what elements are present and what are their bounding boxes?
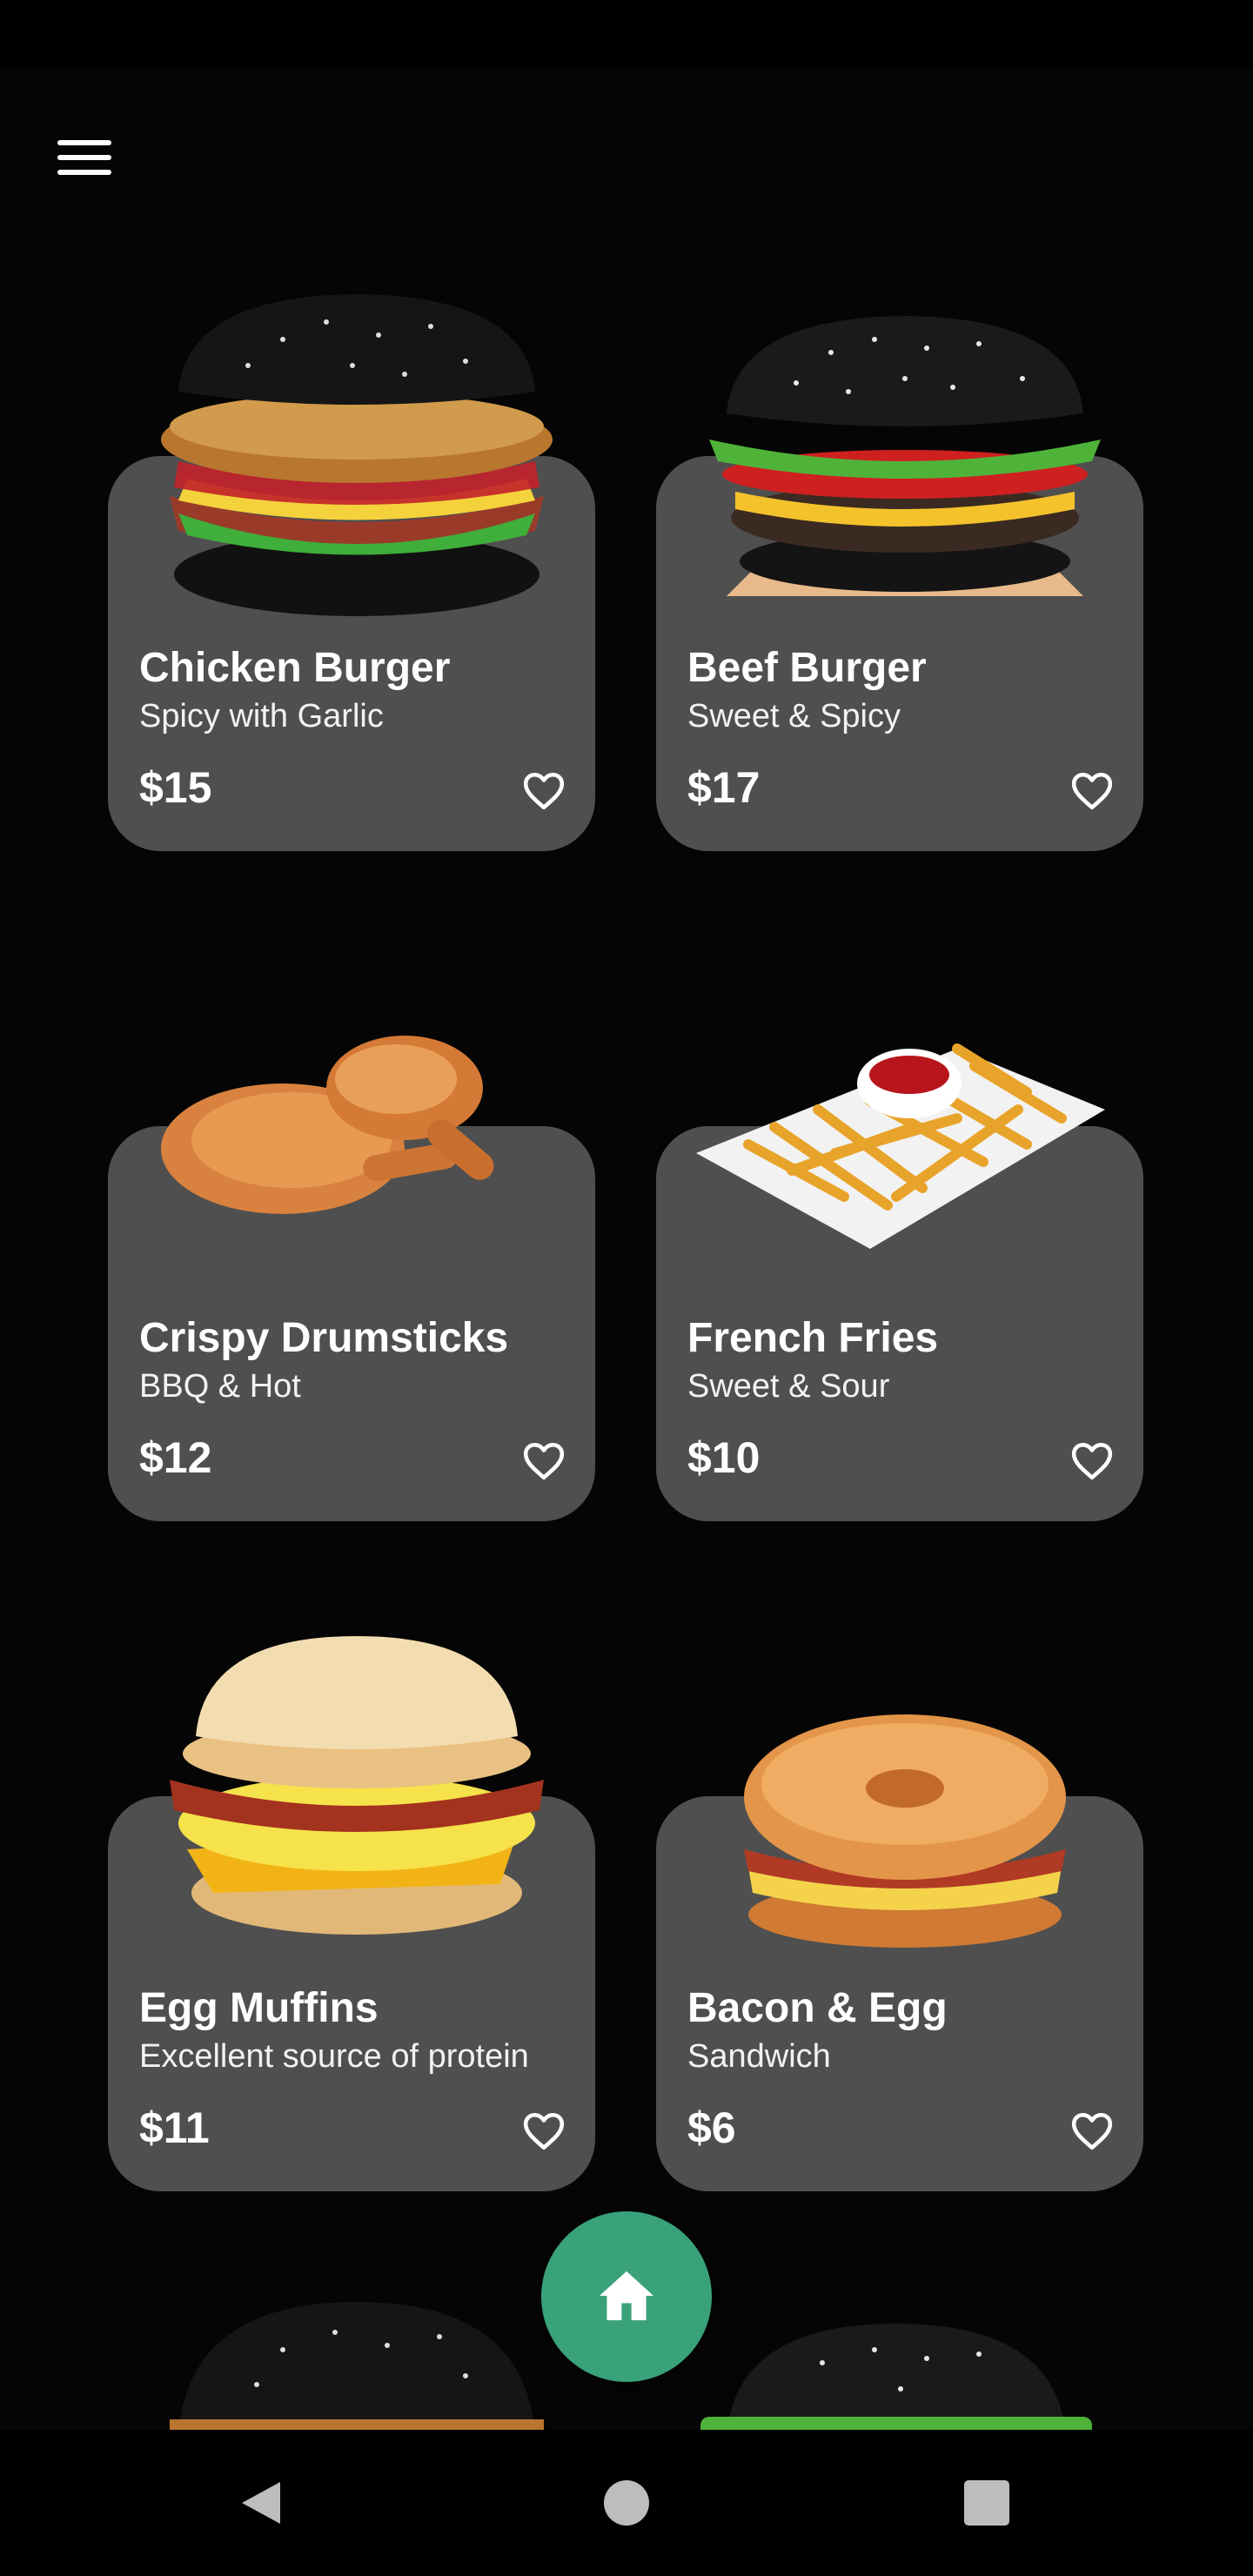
chicken-burger-image (161, 294, 553, 616)
egg-muffin-image (170, 1636, 544, 1935)
product-price: $15 (139, 763, 212, 812)
product-description: Sweet & Sour (687, 1368, 890, 1405)
heart-outline-icon[interactable] (1070, 771, 1114, 811)
product-price: $12 (139, 1433, 212, 1482)
product-name: Chicken Burger (139, 645, 451, 691)
home-icon (600, 2271, 653, 2321)
product-name: Crispy Drumsticks (139, 1315, 509, 1361)
product-description: Sandwich (687, 2038, 831, 2075)
heart-outline-icon[interactable] (1070, 2111, 1114, 2151)
home-fab-button[interactable] (541, 2211, 712, 2382)
beef-burger-image (700, 2324, 1092, 2430)
product-name: French Fries (687, 1315, 939, 1361)
product-description: BBQ & Hot (139, 1368, 301, 1405)
product-description: Spicy with Garlic (139, 698, 384, 735)
drumsticks-image (161, 1036, 494, 1214)
product-price: $17 (687, 763, 761, 812)
french-fries-image (696, 1043, 1105, 1249)
home-circle-icon[interactable] (604, 2480, 649, 2526)
heart-outline-icon[interactable] (522, 1441, 566, 1481)
product-price: $10 (687, 1433, 761, 1482)
product-description: Sweet & Spicy (687, 698, 901, 735)
product-name: Egg Muffins (139, 1985, 379, 2031)
product-price: $6 (687, 2103, 736, 2152)
beef-burger-image (709, 316, 1101, 596)
product-grid: Chicken Burger Spicy with Garlic $15 Bee… (0, 0, 1253, 2430)
product-price: $11 (139, 2103, 210, 2152)
recents-square-icon[interactable] (964, 2480, 1009, 2526)
product-name: Beef Burger (687, 645, 927, 691)
system-navigation-bar (0, 2430, 1253, 2576)
product-description: Excellent source of protein (139, 2038, 529, 2075)
chicken-burger-image (170, 2302, 544, 2430)
heart-outline-icon[interactable] (1070, 1441, 1114, 1481)
heart-outline-icon[interactable] (522, 771, 566, 811)
bagel-sandwich-image (744, 1714, 1066, 1948)
back-triangle-icon[interactable] (237, 2479, 285, 2527)
heart-outline-icon[interactable] (522, 2111, 566, 2151)
product-name: Bacon & Egg (687, 1985, 948, 2031)
